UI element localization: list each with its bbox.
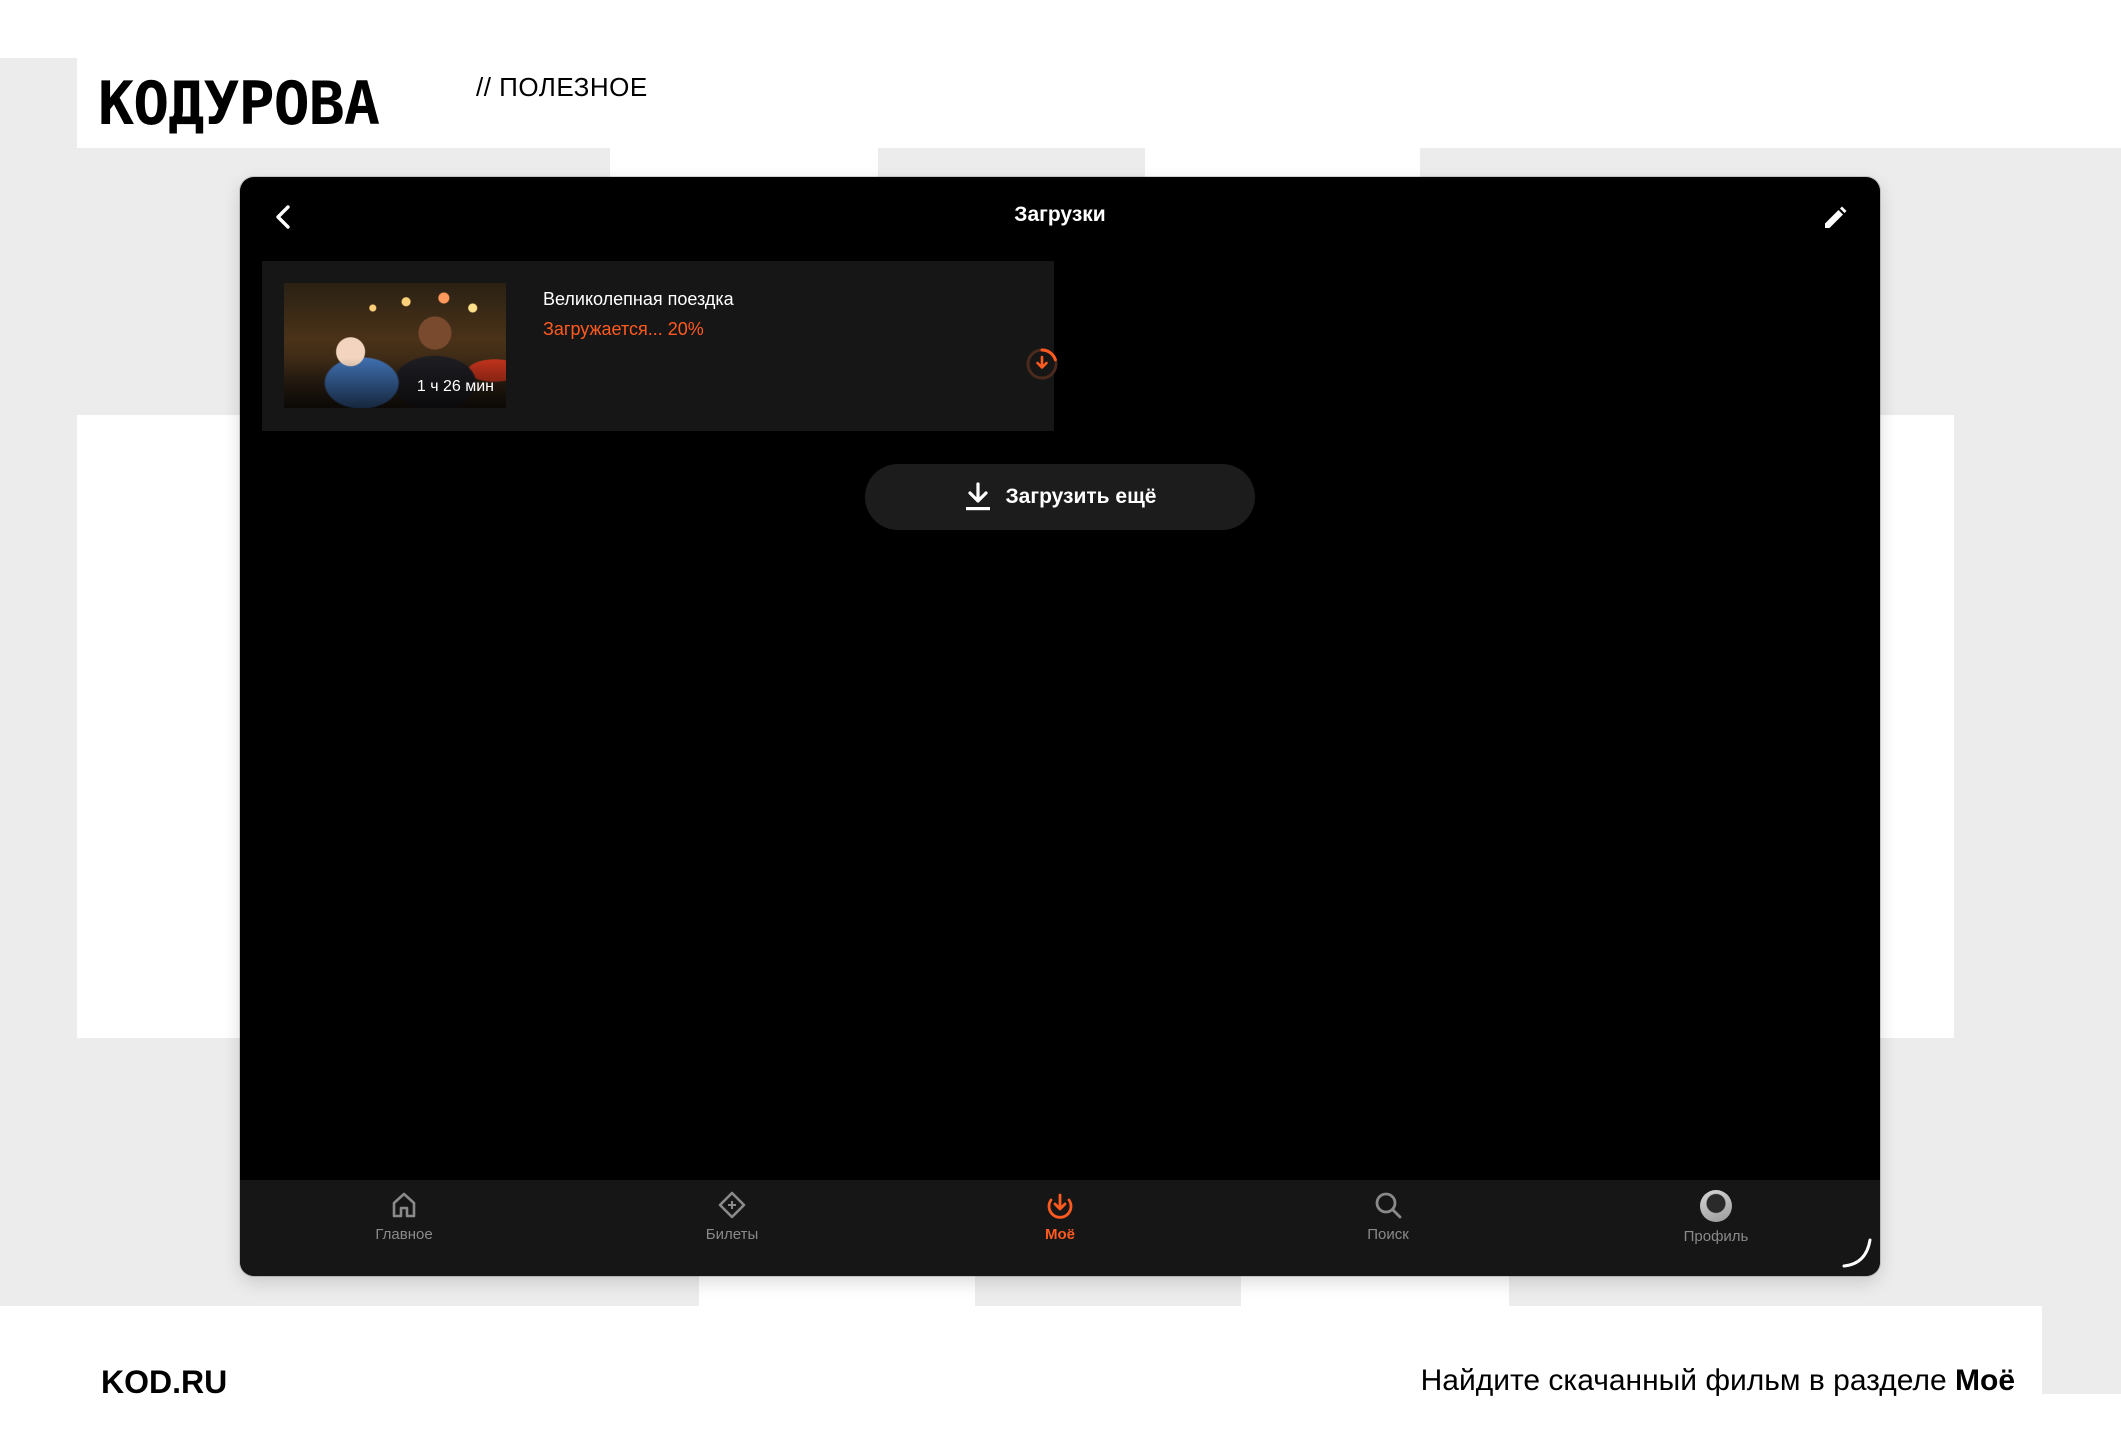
background-block bbox=[2042, 1038, 2121, 1394]
tab-tickets[interactable]: Билеты bbox=[642, 1190, 822, 1243]
tab-tickets-label: Билеты bbox=[705, 1226, 759, 1243]
edit-button[interactable] bbox=[1814, 199, 1854, 239]
tab-home-label: Главное bbox=[375, 1226, 433, 1243]
load-more-button[interactable]: Загрузить ещё bbox=[865, 464, 1255, 530]
tab-profile-label: Профиль bbox=[1683, 1228, 1749, 1245]
tab-mine-label: Моё bbox=[1045, 1226, 1075, 1243]
caption-text: Найдите скачанный фильм в разделе bbox=[1420, 1364, 1947, 1397]
page-title: Загрузки bbox=[1014, 203, 1106, 226]
top-bar: Загрузки bbox=[240, 177, 1880, 257]
screen-corner-arc-icon bbox=[1842, 1238, 1872, 1268]
load-more-label: Загрузить ещё bbox=[1005, 485, 1157, 508]
download-progress-ring bbox=[1026, 348, 1058, 380]
section-tag: // ПОЛЕЗНОЕ bbox=[476, 72, 648, 102]
movie-title: Великолепная поездка bbox=[543, 289, 734, 309]
tab-search[interactable]: Поиск bbox=[1298, 1190, 1478, 1243]
footer-caption: Найдите скачанный фильм в разделе Моё bbox=[1421, 1364, 2015, 1398]
tab-profile[interactable]: Профиль bbox=[1626, 1190, 1806, 1245]
brand-logo: KOДУРОВА bbox=[98, 69, 380, 139]
tab-search-label: Поиск bbox=[1367, 1226, 1409, 1243]
download-icon bbox=[965, 482, 990, 511]
download-progress-icon[interactable] bbox=[1024, 346, 1060, 382]
ticket-icon bbox=[718, 1191, 746, 1219]
home-icon bbox=[392, 1192, 416, 1218]
caption-emphasis: Моё bbox=[1955, 1364, 2015, 1397]
app-screen: Загрузки 1 ч 26 мин Великолепная поездка… bbox=[240, 177, 1880, 1276]
pencil-icon bbox=[1825, 206, 1847, 228]
site-link[interactable]: KOD.RU bbox=[101, 1364, 227, 1401]
tab-mine[interactable]: Моё bbox=[970, 1190, 1150, 1243]
search-icon bbox=[1375, 1192, 1402, 1219]
my-downloads-icon bbox=[1047, 1193, 1073, 1219]
movie-thumbnail: 1 ч 26 мин bbox=[284, 283, 506, 408]
bottom-tab-bar: Главное Билеты Моё Поиск Профиль bbox=[240, 1180, 1880, 1276]
movie-duration: 1 ч 26 мин bbox=[416, 378, 494, 395]
download-item[interactable]: 1 ч 26 мин Великолепная поездка Загружае… bbox=[262, 261, 1058, 431]
background-block bbox=[1954, 415, 2121, 1038]
background-block bbox=[0, 58, 77, 1306]
download-status: Загружается... 20% bbox=[543, 319, 704, 339]
tab-home[interactable]: Главное bbox=[314, 1190, 494, 1243]
avatar bbox=[1700, 1190, 1732, 1222]
